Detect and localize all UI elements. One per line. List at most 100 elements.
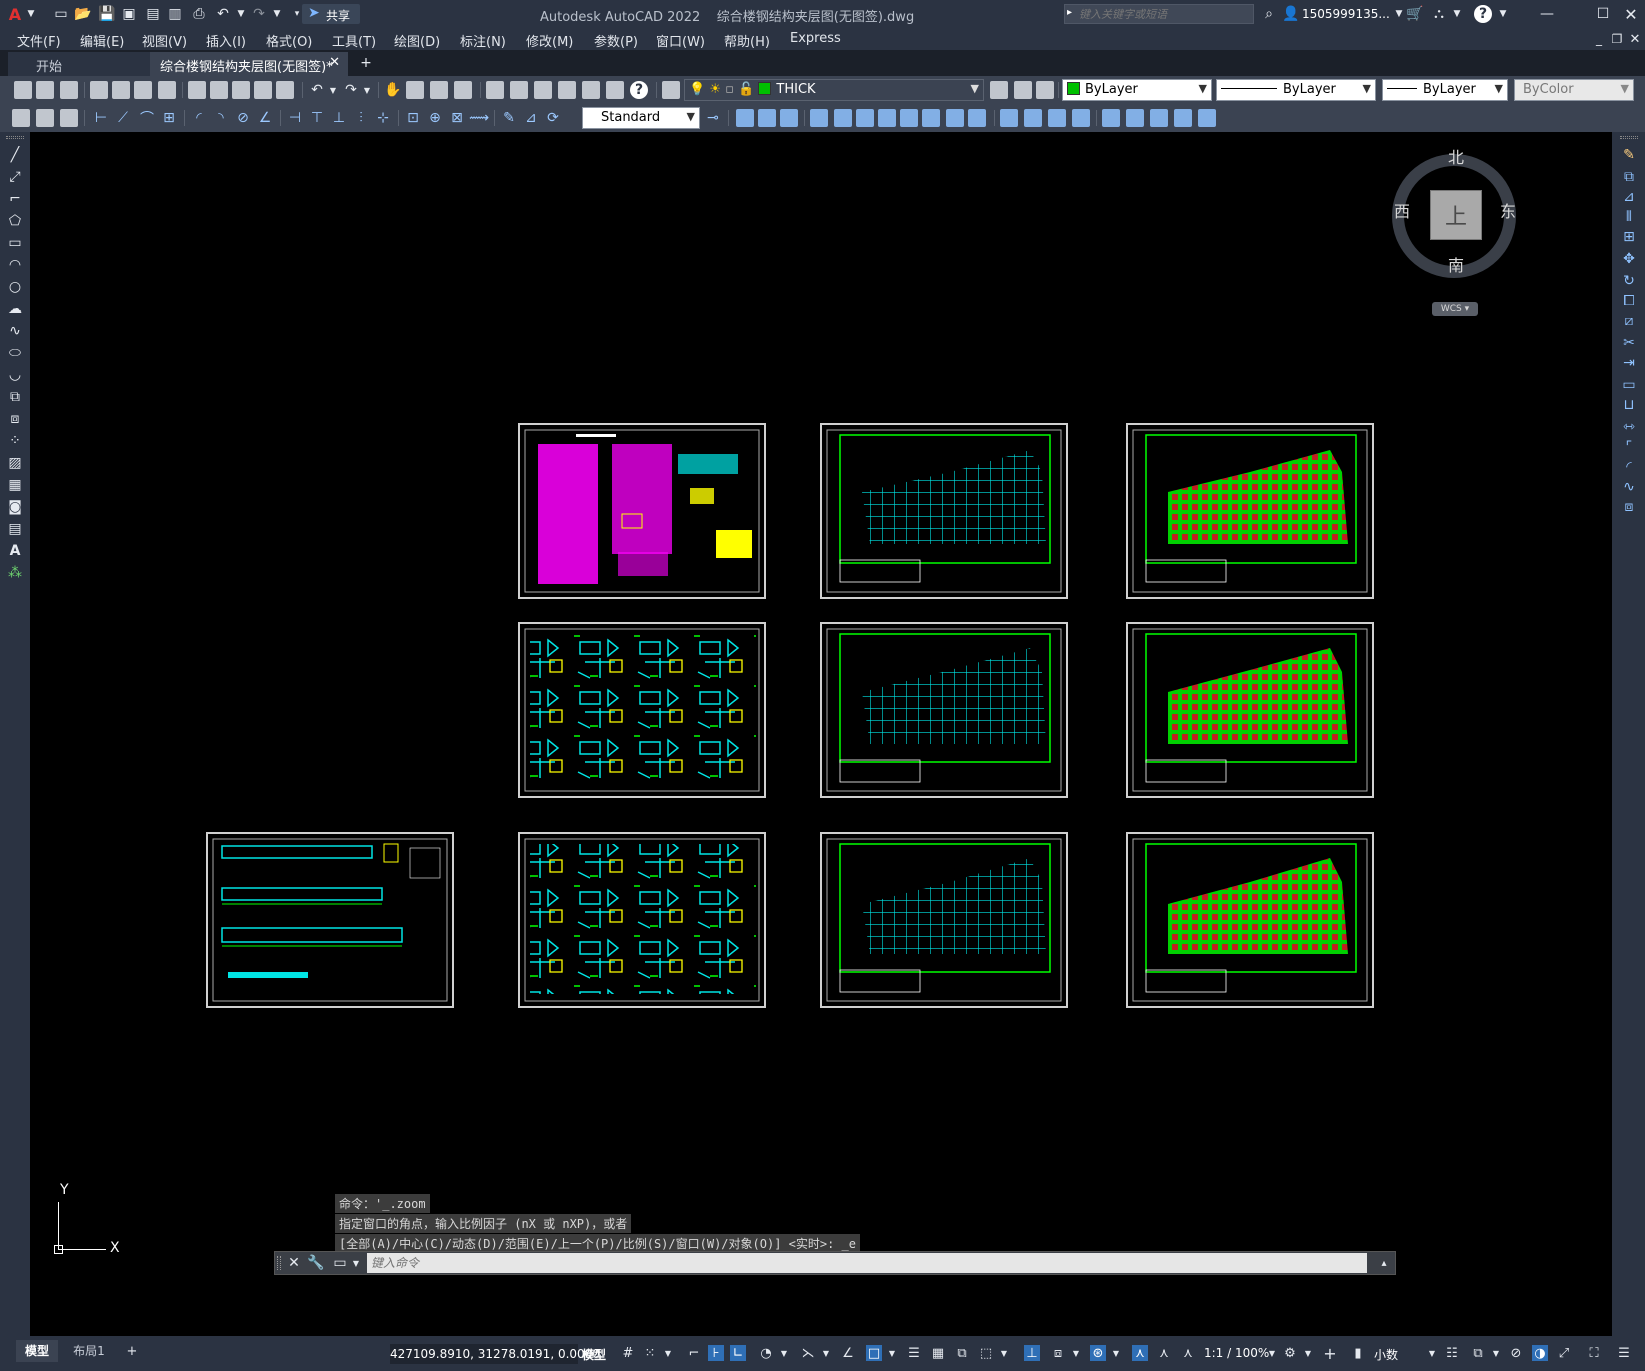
modify-move-icon[interactable] [834, 109, 852, 127]
doc-restore-icon[interactable]: ❐ [1608, 30, 1626, 48]
tb-open-icon[interactable] [36, 81, 54, 99]
chamfer-icon[interactable]: ⌜ [1620, 438, 1638, 456]
tab-active-document[interactable]: 综合楼钢结构夹层图(无图签)* ✕ [150, 52, 348, 76]
tb-undo-drop-icon[interactable]: ▼ [324, 81, 342, 99]
user-icon[interactable]: 👤 [1282, 5, 1300, 23]
dim-arc-icon[interactable]: ⌒ [138, 109, 156, 127]
dim-space-icon[interactable]: ⫶ [352, 109, 370, 127]
dynamic-input-icon[interactable]: ⊦ [708, 1345, 724, 1361]
modify-scale-icon[interactable] [878, 109, 896, 127]
gizmo-icon[interactable]: ⊛ [1090, 1345, 1106, 1361]
erase-icon[interactable]: ✎ [1620, 146, 1638, 164]
new-layout-icon[interactable]: + [124, 1343, 140, 1359]
ortho-icon[interactable]: ∟ [730, 1345, 746, 1361]
add-selected-icon[interactable]: ⁂ [6, 564, 24, 582]
lock-ui-dropdown-icon[interactable]: ▼ [1488, 1345, 1504, 1361]
share-button[interactable]: ➤ 共享 [302, 4, 360, 24]
extend-icon[interactable]: ⇥ [1620, 354, 1638, 372]
menu-modify[interactable]: 修改(M) [526, 31, 573, 50]
polar-dropdown-icon[interactable]: ▼ [776, 1345, 792, 1361]
search-icon[interactable]: ⌕ [1260, 5, 1278, 23]
draw-ellipse-arc-icon[interactable]: ◡ [6, 366, 24, 384]
lock-ui-icon[interactable]: ⧉ [1470, 1345, 1486, 1361]
modify-pedit-icon[interactable] [1126, 109, 1144, 127]
tb-layer-manager-icon[interactable] [662, 81, 680, 99]
new-tab-icon[interactable]: + [357, 54, 375, 72]
tb-publish-icon[interactable] [134, 81, 152, 99]
modify-erase-icon[interactable] [1198, 109, 1216, 127]
isodraft-icon[interactable]: ⋋ [800, 1345, 816, 1361]
draw-region-icon[interactable]: ◙ [6, 498, 24, 516]
menu-insert[interactable]: 插入(I) [206, 31, 246, 50]
auto-scale-icon[interactable]: ⋏ [1156, 1345, 1172, 1361]
tb-markup-icon[interactable] [582, 81, 600, 99]
transparency-icon[interactable]: ▦ [930, 1345, 946, 1361]
draw-arc-icon[interactable]: ◠ [6, 256, 24, 274]
stretch-icon[interactable]: ⧄ [1620, 312, 1638, 330]
units-dropdown-icon[interactable]: ▼ [1424, 1345, 1440, 1361]
dim-text-edit-icon[interactable]: ⊿ [522, 109, 540, 127]
help-icon[interactable]: ? [1474, 5, 1492, 23]
clean-screen-toggle-icon[interactable]: ⛶ [1586, 1345, 1602, 1361]
dim-aligned-icon[interactable]: ⟋ [114, 109, 132, 127]
search-expand-icon[interactable]: ▸ [1067, 7, 1072, 18]
units-value[interactable]: 小数 [1374, 1346, 1398, 1363]
tb-paste-icon[interactable] [232, 81, 250, 99]
annotation-scale-icon[interactable]: ⋏ [1180, 1345, 1196, 1361]
copy-icon[interactable]: ⧉ [1620, 168, 1638, 186]
workspace-dropdown-icon[interactable]: ▼ [1300, 1345, 1316, 1361]
insert-block-icon[interactable]: ⧉ [6, 388, 24, 406]
command-close-icon[interactable]: ✕ [285, 1254, 303, 1272]
search-box[interactable]: ▸ [1064, 4, 1254, 24]
tb-zoom-previous-icon[interactable] [454, 81, 472, 99]
plot-icon[interactable]: ⎙ [190, 5, 208, 23]
new-file-icon[interactable]: ▭ [52, 5, 70, 23]
infer-icon[interactable]: ⌐ [686, 1345, 702, 1361]
tb-brush-icon[interactable] [276, 81, 294, 99]
grid-icon[interactable]: # [620, 1345, 636, 1361]
close-icon[interactable]: ✕ [1622, 5, 1640, 24]
open-web-icon[interactable]: ▤ [144, 5, 162, 23]
modify-offset-icon[interactable] [780, 109, 798, 127]
blend-icon[interactable]: ∿ [1620, 478, 1638, 496]
snap-icon[interactable]: ⁙ [642, 1345, 658, 1361]
tb-save-icon[interactable] [60, 81, 78, 99]
jog-line-icon[interactable]: ⟿ [469, 109, 489, 127]
plotstyle-dropdown[interactable]: ByColor ▼ [1514, 79, 1634, 101]
modify-stretch-icon[interactable] [900, 109, 918, 127]
tb2-a-icon[interactable] [12, 109, 30, 127]
dim-radius-icon[interactable]: ◜ [190, 109, 208, 127]
units-icon[interactable]: ▮ [1350, 1345, 1366, 1361]
modify-chamfer-icon[interactable] [1000, 109, 1018, 127]
selection-cycling-icon[interactable]: ⧉ [954, 1345, 970, 1361]
tb2-b-icon[interactable] [36, 109, 54, 127]
draw-polygon-icon[interactable]: ⬠ [6, 212, 24, 230]
draw-gradient-icon[interactable]: ▦ [6, 476, 24, 494]
dim-continue-icon[interactable]: ⊥ [330, 109, 348, 127]
dim-baseline-icon[interactable]: ⊤ [308, 109, 326, 127]
drawing-canvas[interactable]: 北 南 东 西 上 WCS ▾ Y X 命令：'_.zoom 指定窗口的角点，输… [30, 132, 1612, 1336]
join-icon[interactable]: ⇿ [1620, 418, 1638, 436]
command-customize-icon[interactable]: 🔧 [307, 1254, 325, 1272]
3d-osnap-dropdown-icon[interactable]: ▼ [996, 1345, 1012, 1361]
menu-window[interactable]: 窗口(W) [656, 31, 705, 50]
inspect-icon[interactable]: ⊠ [448, 109, 466, 127]
tb-copy-icon[interactable] [210, 81, 228, 99]
modify-break-icon[interactable] [968, 109, 986, 127]
3d-osnap-icon[interactable]: ⬚ [978, 1345, 994, 1361]
dim-ordinate-icon[interactable]: ⊞ [160, 109, 178, 127]
linetype-dropdown[interactable]: ByLayer ▼ [1216, 79, 1376, 101]
draw-spline-icon[interactable]: ∿ [6, 322, 24, 340]
tb-3d-icon[interactable] [158, 81, 176, 99]
modify-blend-icon[interactable] [1048, 109, 1066, 127]
command-history-toggle-icon[interactable]: ▴ [1375, 1254, 1393, 1272]
modify-splinedit-icon[interactable] [1150, 109, 1168, 127]
fillet-icon[interactable]: ◜ [1620, 458, 1638, 476]
dim-style-icon[interactable]: ⊸ [704, 109, 722, 127]
draw-hatch-icon[interactable]: ▨ [6, 454, 24, 472]
tb-sheetset-icon[interactable] [558, 81, 576, 99]
tab-model[interactable]: 模型 [16, 1340, 58, 1362]
draw-mtext-icon[interactable]: A [6, 542, 24, 560]
save-icon[interactable]: 💾 [98, 5, 116, 23]
minimize-icon[interactable]: — [1538, 5, 1556, 23]
